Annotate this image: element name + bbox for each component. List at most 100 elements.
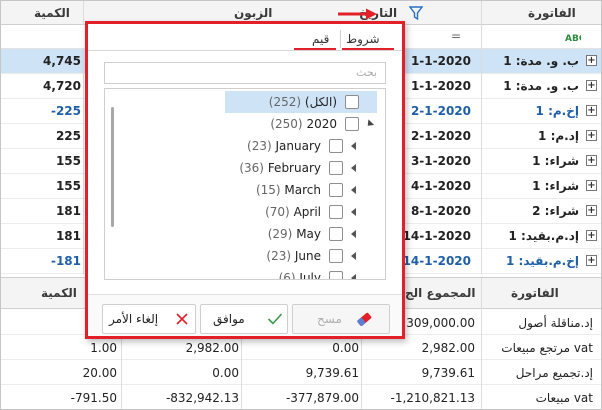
bottom-table-row[interactable]: إد.تجميع مراحل 9,739.61 9,739.61 0.00 20.00	[1, 360, 601, 385]
bottom-col-quantity[interactable]: الكمية	[41, 286, 77, 300]
bcell-col4: 0.00	[212, 366, 239, 380]
text-filter-icon[interactable]: ABC	[565, 31, 586, 46]
cell-date: 3-1-2020	[410, 154, 471, 168]
expand-row-icon[interactable]: +	[586, 180, 597, 191]
bottom-col-invoice[interactable]: الفاتورة	[511, 286, 559, 300]
bcell-invoice: إد.تجميع مراحل	[515, 366, 593, 380]
bcell-total: 309,000.00	[406, 316, 475, 330]
cell-quantity: 155	[55, 179, 81, 193]
list-item[interactable]: (250) 2020	[105, 113, 385, 135]
bcell-col3: 9,739.61	[305, 366, 359, 380]
date-filter-operator[interactable]: =	[451, 29, 461, 43]
item-label: January	[275, 139, 322, 153]
cancel-x-icon	[175, 312, 189, 329]
values-list: (252) (الكل) (250) 2020 (23) January (36) F…	[104, 88, 386, 280]
bcell-col3: -377,879.00	[285, 391, 359, 405]
item-count: (250)	[270, 117, 303, 131]
cell-quantity: 4,720	[43, 79, 81, 93]
item-checkbox[interactable]	[329, 271, 343, 279]
expand-row-icon[interactable]: +	[586, 155, 597, 166]
expand-row-icon[interactable]: +	[586, 130, 597, 141]
list-item[interactable]: (15) March	[105, 179, 385, 201]
list-item[interactable]: (252) (الكل)	[105, 91, 385, 113]
item-checkbox[interactable]	[329, 183, 343, 197]
item-checkbox[interactable]	[329, 161, 343, 175]
list-item[interactable]: (29) May	[105, 223, 385, 245]
item-count: (36)	[239, 161, 264, 175]
expand-row-icon[interactable]: +	[586, 255, 597, 266]
list-item[interactable]: (36) February	[105, 157, 385, 179]
item-checkbox[interactable]	[345, 117, 359, 131]
item-label: March	[284, 183, 321, 197]
bcell-invoice: مبيعات vat	[535, 391, 593, 405]
svg-text:ABC: ABC	[565, 34, 581, 43]
item-checkbox[interactable]	[329, 205, 343, 219]
cell-quantity: 181	[55, 229, 81, 243]
expand-arrow-icon[interactable]	[351, 230, 356, 238]
item-label: July	[299, 271, 321, 280]
item-count: (29)	[267, 227, 293, 241]
expand-down-icon[interactable]	[364, 119, 375, 129]
cell-date: 8-1-2020	[410, 204, 471, 218]
expand-row-icon[interactable]: +	[586, 105, 597, 116]
bcell-invoice: إد.مناقلة أصول	[518, 316, 593, 330]
expand-row-icon[interactable]: +	[586, 80, 597, 91]
bcell-quantity: 1.00	[90, 341, 117, 355]
cell-invoice: إخ.م.بقيد: 1	[506, 254, 579, 268]
expand-row-icon[interactable]: +	[586, 55, 597, 66]
cell-invoice: إد.م: 1	[538, 129, 579, 143]
clear-button[interactable]: مسح	[292, 304, 390, 334]
tab-values[interactable]: قيم	[312, 30, 329, 48]
expand-row-icon[interactable]: +	[586, 230, 597, 241]
tab-conditions[interactable]: شروط	[346, 30, 380, 48]
item-checkbox[interactable]	[329, 249, 343, 263]
item-count: (23)	[266, 249, 292, 263]
col-header-invoice[interactable]: الفاتورة	[528, 1, 576, 25]
expand-arrow-icon[interactable]	[351, 208, 356, 216]
item-checkbox[interactable]	[345, 95, 359, 109]
expand-arrow-icon[interactable]	[351, 164, 356, 172]
bcell-quantity: 20.00	[82, 366, 117, 380]
item-label: June	[294, 249, 321, 263]
list-item[interactable]: (23) January	[105, 135, 385, 157]
cell-invoice: شراء: 1	[532, 154, 579, 168]
ok-button[interactable]: موافق	[200, 304, 288, 334]
cell-invoice: شراء: 1	[532, 179, 579, 193]
expand-arrow-icon[interactable]	[351, 274, 356, 279]
col-header-quantity[interactable]: الكمية	[34, 1, 70, 25]
cell-quantity: 4,745	[43, 54, 81, 68]
expand-arrow-icon[interactable]	[351, 252, 356, 260]
search-input[interactable]: بحث	[104, 62, 386, 84]
item-label: April	[293, 205, 321, 219]
expand-arrow-icon[interactable]	[351, 186, 356, 194]
bcell-total: -1,210,821.13	[390, 391, 476, 405]
list-item[interactable]: (6) July	[105, 267, 385, 280]
filter-icon[interactable]	[408, 5, 424, 24]
item-checkbox[interactable]	[329, 139, 343, 153]
cell-date: 2-1-2020	[410, 104, 471, 118]
cell-invoice: إخ.م: 1	[535, 104, 579, 118]
cancel-button[interactable]: إلغاء الأمر	[102, 304, 196, 334]
cell-quantity: 155	[55, 154, 81, 168]
cancel-label: إلغاء الأمر	[109, 312, 159, 326]
filter-popup: شروط قيم بحث (252) (الكل) (250) 2020 (23) …	[85, 21, 405, 339]
expand-arrow-icon[interactable]	[351, 142, 356, 150]
cell-date: 2-1-2020	[410, 129, 471, 143]
cell-date: 1-1-2020	[410, 79, 471, 93]
expand-row-icon[interactable]: +	[586, 205, 597, 216]
list-item[interactable]: (70) April	[105, 201, 385, 223]
item-label: February	[267, 161, 321, 175]
bcell-total: 2,982.00	[421, 341, 475, 355]
bcell-invoice: مرتجع مبيعات vat	[501, 341, 593, 355]
item-count: (23)	[247, 139, 272, 153]
cell-quantity: 181	[55, 204, 81, 218]
item-count: (6)	[278, 271, 296, 280]
eraser-icon	[355, 310, 373, 331]
item-checkbox[interactable]	[329, 227, 343, 241]
list-item[interactable]: (23) June	[105, 245, 385, 267]
bottom-table-row[interactable]: مبيعات vat -1,210,821.13 -377,879.00 -832,9…	[1, 385, 601, 409]
check-icon	[267, 312, 283, 329]
popup-footer: مسح موافق إلغاء الأمر	[88, 294, 402, 336]
bottom-col-total[interactable]: المجموع الج	[405, 286, 476, 300]
cell-invoice: إد.م.بقيد: 1	[508, 229, 580, 243]
